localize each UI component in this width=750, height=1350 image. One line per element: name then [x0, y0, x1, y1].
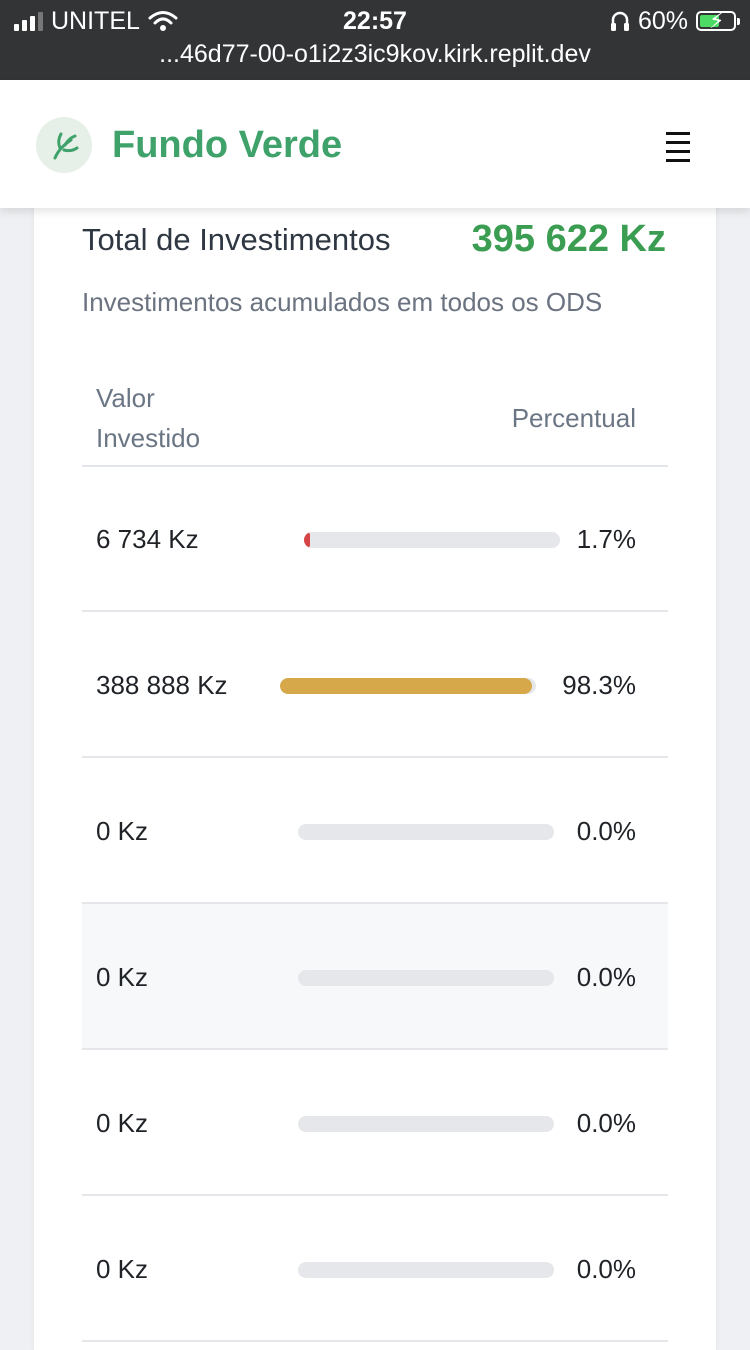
row-percent: 0.0% — [576, 1253, 636, 1284]
progress-bar — [298, 824, 554, 840]
table-row: 0 Kz 0.0% — [82, 904, 668, 1050]
battery-icon: ⚡ — [696, 8, 740, 33]
progress-bar — [298, 1262, 554, 1278]
card-subtitle: Investimentos acumulados em todos os ODS — [82, 287, 603, 317]
row-value: 388 888 Kz — [96, 670, 228, 700]
table-row: 0 Kz 0.0% — [82, 758, 668, 904]
row-value: 6 734 Kz — [96, 524, 199, 554]
progress-bar — [298, 970, 554, 986]
row-percent: 0.0% — [576, 815, 636, 846]
progress-bar — [280, 678, 536, 694]
row-percent: 1.7% — [576, 523, 636, 554]
row-percent: 98.3% — [562, 669, 636, 700]
progress-bar — [298, 1116, 554, 1132]
url-bar[interactable]: ...46d77-00-o1i2z3ic9kov.kirk.replit.dev — [0, 36, 750, 72]
headphones-icon — [610, 11, 629, 31]
row-percent: 0.0% — [576, 961, 636, 992]
table-row: 0 Kz 0.0% — [82, 1196, 668, 1342]
investment-table: 6 734 Kz 1.7% 388 888 Kz 98.3% 0 Kz 0.0%… — [82, 466, 668, 1342]
total-label: Total de Investimentos — [82, 222, 391, 257]
row-value: 0 Kz — [96, 816, 149, 846]
battery-percent: 60% — [637, 7, 688, 35]
status-bar: UNITEL 22:57 60% ⚡ ...46d77-00-o1i2z3ic9… — [0, 0, 750, 80]
table-row: 388 888 Kz 98.3% — [82, 612, 668, 758]
progress-bar — [304, 532, 560, 548]
row-value: 0 Kz — [96, 1108, 149, 1138]
hamburger-menu-icon[interactable] — [654, 132, 702, 162]
table-row: 6 734 Kz 1.7% — [82, 466, 668, 612]
row-value: 0 Kz — [96, 1254, 149, 1284]
row-percent: 0.0% — [576, 1107, 636, 1138]
total-value: 395 622 Kz — [471, 218, 666, 260]
investments-card: Total de Investimentos 395 622 Kz Invest… — [34, 190, 716, 1350]
column-header-value: Valor Investido — [96, 383, 201, 453]
progress-fill — [304, 532, 310, 548]
brand-title[interactable]: Fundo Verde — [112, 120, 342, 170]
app-header: Fundo Verde — [0, 80, 750, 208]
progress-fill — [280, 678, 532, 694]
row-value: 0 Kz — [96, 962, 149, 992]
table-row: 0 Kz 0.0% — [82, 1050, 668, 1196]
leaf-icon[interactable] — [36, 117, 92, 173]
status-right: 60% ⚡ — [610, 4, 740, 38]
column-header-percent: Percentual — [511, 403, 636, 433]
